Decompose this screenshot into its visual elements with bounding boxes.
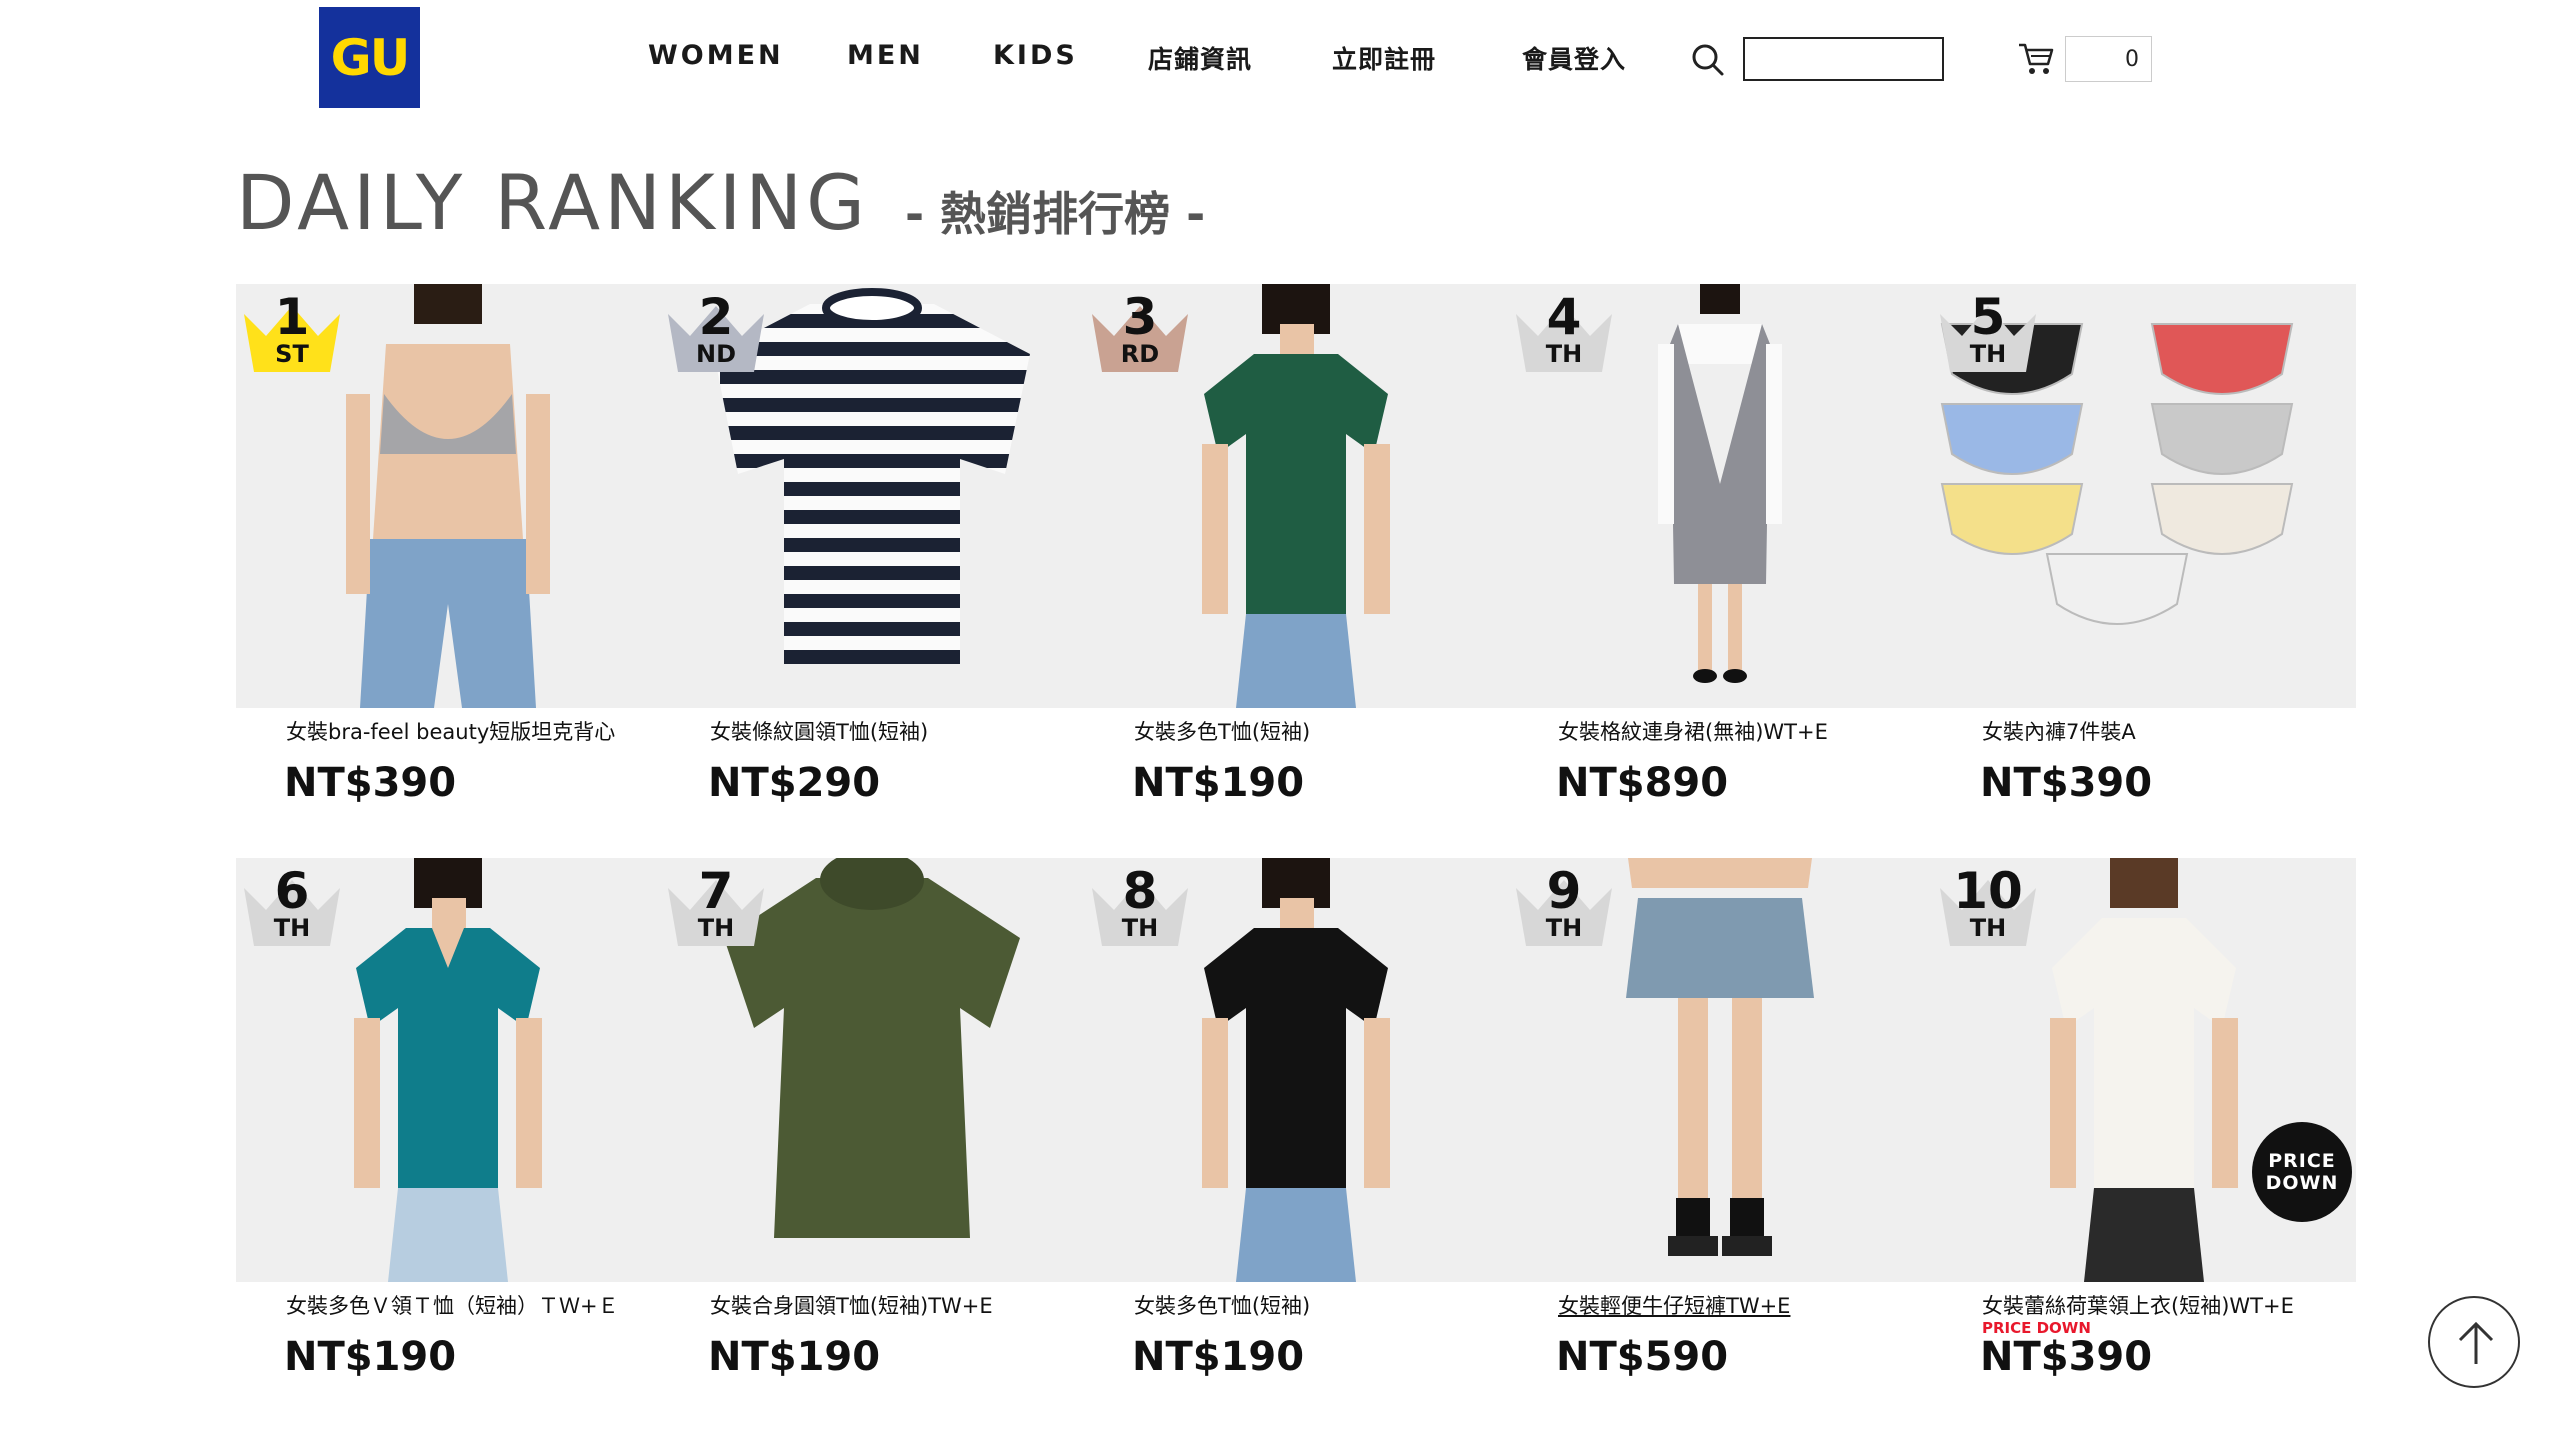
rank-crown-icon: 4 TH [1508,284,1620,384]
product-price: NT$390 [1980,1334,2153,1380]
product-card[interactable]: 1 ST 女裝bra-feel beauty短版坦克背心 NT$390 [236,284,660,859]
product-price: NT$190 [284,1334,457,1380]
rank-crown-icon: 7 TH [660,858,772,958]
product-card[interactable]: 4 TH 女裝格紋連身裙(無袖)WT+E NT$890 [1508,284,1932,859]
nav-men[interactable]: MEN [847,40,924,76]
rank-number: 4 [1546,288,1582,346]
product-name[interactable]: 女裝多色T恤(短袖) [1134,716,1310,746]
rank-crown-icon: 1 ST [236,284,348,384]
rank-suffix: TH [1545,340,1583,368]
nav-login[interactable]: 會員登入 [1522,40,1626,76]
product-price: NT$590 [1556,1334,1729,1380]
rank-crown-icon: 6 TH [236,858,348,958]
rank-number: 10 [1953,862,2023,920]
page-title: DAILY RANKING [236,158,869,247]
cart-count[interactable]: 0 [2065,36,2152,82]
product-card[interactable]: 3 RD 女裝多色T恤(短袖) NT$190 [1084,284,1508,859]
product-price: NT$390 [284,760,457,806]
nav-kids[interactable]: KIDS [993,40,1078,76]
product-price: NT$290 [708,760,881,806]
product-name[interactable]: 女裝輕便牛仔短褲TW+E [1558,1290,1790,1320]
product-name[interactable]: 女裝內褲7件裝A [1982,716,2136,746]
product-price: NT$890 [1556,760,1729,806]
product-name[interactable]: 女裝條紋圓領T恤(短袖) [710,716,928,746]
product-name[interactable]: 女裝合身圓領T恤(短袖)TW+E [710,1290,993,1320]
rank-number: 1 [274,288,310,346]
product-card[interactable]: 5 TH 女裝內褲7件裝A NT$390 [1932,284,2356,859]
rank-number: 3 [1122,288,1158,346]
nav-register[interactable]: 立即註冊 [1332,40,1436,76]
product-card[interactable]: 10 TH PRICE DOWN 女裝蕾絲荷葉領上衣(短袖)WT+E PRICE… [1932,858,2356,1430]
rank-crown-icon: 9 TH [1508,858,1620,958]
rank-suffix: ND [695,340,736,368]
rank-suffix: TH [273,914,311,942]
product-card[interactable]: 7 TH 女裝合身圓領T恤(短袖)TW+E NT$190 [660,858,1084,1430]
logo-text: GU [330,28,411,87]
rank-suffix: TH [1545,914,1583,942]
product-card[interactable]: 6 TH 女裝多色Ｖ領Ｔ恤（短袖）ＴＷ+Ｅ NT$190 [236,858,660,1430]
arrow-up-icon [2458,1321,2494,1364]
rank-suffix: RD [1120,340,1160,368]
rank-suffix: TH [697,914,735,942]
rank-number: 8 [1122,862,1158,920]
rank-number: 2 [698,288,734,346]
rank-number: 9 [1546,862,1582,920]
gu-logo[interactable]: GU [319,7,420,108]
product-card[interactable]: 9 TH 女裝輕便牛仔短褲TW+E NT$590 [1508,858,1932,1430]
product-card[interactable]: 8 TH 女裝多色T恤(短袖) NT$190 [1084,858,1508,1430]
product-price: NT$190 [1132,1334,1305,1380]
rank-crown-icon: 3 RD [1084,284,1196,384]
search-input[interactable] [1743,37,1944,81]
rank-crown-icon: 10 TH [1932,858,2044,958]
product-price: NT$190 [1132,760,1305,806]
rank-crown-icon: 5 TH [1932,284,2044,384]
product-name[interactable]: 女裝多色T恤(短袖) [1134,1290,1310,1320]
rank-number: 6 [274,862,310,920]
product-card[interactable]: 2 ND 女裝條紋圓領T恤(短袖) NT$290 [660,284,1084,859]
nav-women[interactable]: WOMEN [648,40,784,76]
product-price: NT$190 [708,1334,881,1380]
rank-suffix: TH [1969,340,2007,368]
nav-store-info[interactable]: 店鋪資訊 [1148,40,1252,76]
product-name[interactable]: 女裝蕾絲荷葉領上衣(短袖)WT+E [1982,1290,2294,1320]
search-icon[interactable] [1691,43,1725,77]
cart-icon[interactable] [2018,42,2054,76]
rank-suffix: TH [1969,914,2007,942]
rank-suffix: TH [1121,914,1159,942]
product-price: NT$390 [1980,760,2153,806]
rank-number: 7 [698,862,734,920]
rank-suffix: ST [275,340,309,368]
product-name[interactable]: 女裝bra-feel beauty短版坦克背心 [286,716,615,746]
back-to-top-button[interactable] [2428,1296,2520,1388]
product-name[interactable]: 女裝多色Ｖ領Ｔ恤（短袖）ＴＷ+Ｅ [286,1290,619,1320]
rank-number: 5 [1970,288,2006,346]
rank-crown-icon: 8 TH [1084,858,1196,958]
rank-crown-icon: 2 ND [660,284,772,384]
price-down-badge: PRICE DOWN [2252,1122,2352,1222]
product-name[interactable]: 女裝格紋連身裙(無袖)WT+E [1558,716,1828,746]
page-subtitle: - 熱銷排行榜 - [905,187,1206,241]
